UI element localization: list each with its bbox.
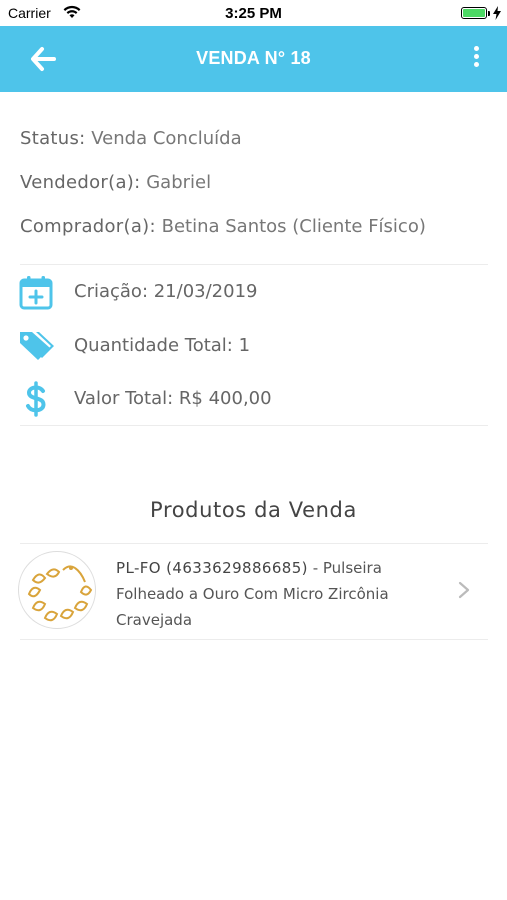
dollar-icon [26,381,46,417]
products-section-title: Produtos da Venda [150,498,357,522]
buyer-value: Betina Santos (Cliente Físico) [161,216,426,237]
total-quantity: Quantidade Total: 1 [74,335,251,356]
total-value: Valor Total: R$ 400,00 [74,388,272,409]
product-name-line3: Cravejada [116,611,193,629]
calendar-add-icon [19,276,53,310]
gold-bracelet-icon [27,565,93,622]
status-value: Venda Concluída [91,128,242,149]
status-label: Status: [20,128,86,149]
clock: 3:25 PM [225,5,282,22]
quantity-row: Quantidade Total: 1 [18,328,478,364]
product-description: PL-FO (4633629886685) - Pulseira Folhead… [116,555,436,633]
more-options-icon[interactable] [469,46,483,72]
product-code: PL-FO (4633629886685) [116,559,308,577]
divider [20,425,488,426]
product-name-line1: - Pulseira [307,559,382,577]
product-list-item[interactable]: PL-FO (4633629886685) - Pulseira Folhead… [18,543,488,639]
status-line: Status: Venda Concluída [20,128,242,149]
page-title: VENDA N° 18 [196,48,311,68]
charging-icon [493,6,501,20]
divider [20,264,488,265]
tags-icon [20,332,54,360]
buyer-label: Comprador(a): [20,216,156,237]
product-thumbnail [18,551,96,629]
created-date: Criação: 21/03/2019 [74,281,258,302]
app-bar: VENDA N° 18 [0,26,507,92]
seller-label: Vendedor(a): [20,172,141,193]
divider [20,639,488,640]
created-date-row: Criação: 21/03/2019 [18,274,478,310]
seller-value: Gabriel [146,172,212,193]
buyer-line: Comprador(a): Betina Santos (Cliente Fís… [20,216,426,237]
total-value-row: Valor Total: R$ 400,00 [18,381,478,417]
chevron-right-icon [458,581,470,599]
product-name-line2: Folheado a Ouro Com Micro Zircônia [116,585,389,603]
status-bar: Carrier 3:25 PM [0,0,507,26]
battery-icon [461,7,487,19]
battery-tip [488,11,490,16]
seller-line: Vendedor(a): Gabriel [20,172,211,193]
